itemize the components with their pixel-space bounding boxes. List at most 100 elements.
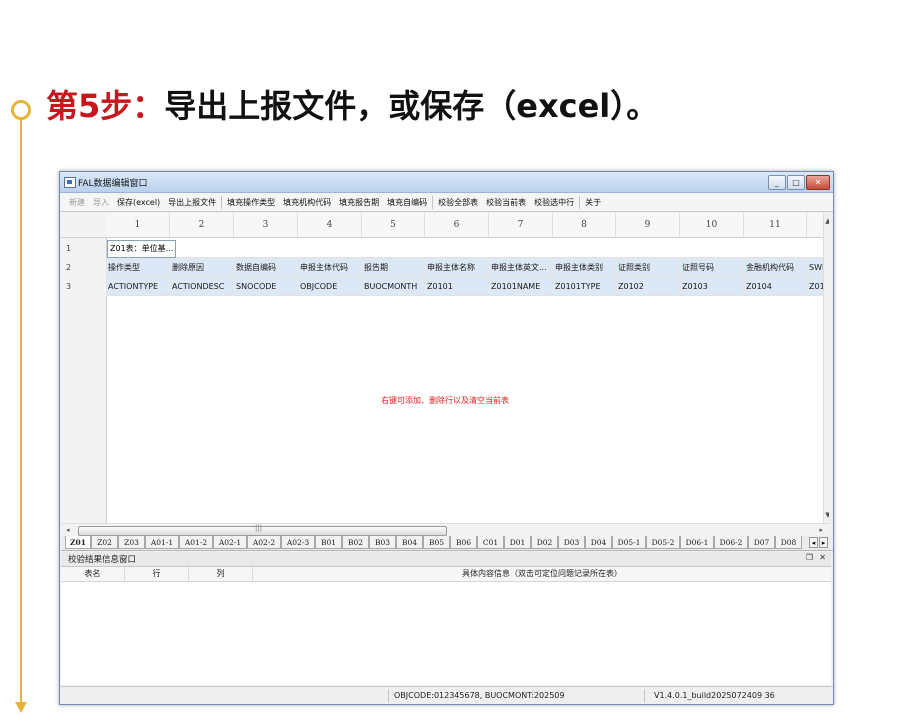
vertical-scrollbar[interactable]: ▲ ▼ [823, 213, 829, 523]
grid-cell[interactable]: BUOCMONTH [362, 277, 425, 296]
tab-d03[interactable]: D03 [558, 536, 585, 549]
column-header-10[interactable]: 10 [680, 213, 744, 237]
fill-org-code-button[interactable]: 填充机构代码 [279, 193, 335, 212]
close-panel-icon[interactable]: ✕ [819, 553, 826, 562]
validate-all-button[interactable]: 校验全部表 [434, 193, 482, 212]
tab-d08[interactable]: D08 [775, 536, 802, 549]
row-number[interactable]: 2 [61, 258, 106, 277]
export-report-button[interactable]: 导出上报文件 [164, 193, 220, 212]
grid-cell[interactable]: Z0104 [744, 277, 807, 296]
float-panel-icon[interactable]: ❐ [806, 553, 813, 562]
grid-cell[interactable]: Z0102 [616, 277, 680, 296]
column-header-5[interactable]: 5 [362, 213, 425, 237]
tab-b03[interactable]: B03 [369, 536, 396, 549]
column-header-9[interactable]: 9 [616, 213, 680, 237]
scrollbar-thumb[interactable]: ||| [78, 524, 447, 536]
scroll-up-icon[interactable]: ▲ [824, 217, 829, 225]
table-title-cell[interactable]: Z01表：单位基... [107, 240, 177, 258]
grid-cell[interactable]: Z0101 [425, 277, 489, 296]
grid-corner[interactable] [61, 213, 106, 238]
data-grid[interactable]: 1 2 3 4 5 6 7 8 9 10 11 1 2 3 Z01表：单位基..… [61, 213, 829, 523]
new-button[interactable]: 新建 [65, 193, 89, 212]
table-row[interactable]: Z01表：单位基... [106, 239, 829, 258]
tab-b04[interactable]: B04 [396, 536, 423, 549]
tab-d06-1[interactable]: D06-1 [680, 536, 714, 549]
tab-z02[interactable]: Z02 [91, 536, 118, 549]
grid-cell[interactable]: 证照类别 [616, 258, 680, 277]
row-number[interactable]: 1 [61, 239, 106, 258]
scroll-down-icon[interactable]: ▼ [824, 511, 829, 519]
grid-cell[interactable]: 申报主体名称 [425, 258, 489, 277]
save-excel-button[interactable]: 保存(excel) [113, 193, 164, 212]
grid-cell[interactable]: OBJCODE [298, 277, 362, 296]
column-header-4[interactable]: 4 [298, 213, 362, 237]
about-button[interactable]: 关于 [581, 193, 605, 212]
column-header-2[interactable]: 2 [170, 213, 234, 237]
tab-a02-1[interactable]: A02-1 [213, 536, 247, 549]
grid-cell[interactable]: 申报主体代码 [298, 258, 362, 277]
validate-current-button[interactable]: 校验当前表 [482, 193, 530, 212]
results-col-row[interactable]: 行 [125, 567, 189, 581]
grid-cell[interactable]: Z0103 [680, 277, 744, 296]
status-bar: OBJCODE:012345678, BUOCMONT:202509 V1.4.… [60, 686, 833, 704]
column-header-1[interactable]: 1 [106, 213, 170, 237]
grid-cell[interactable]: ACTIONTYPE [106, 277, 170, 296]
tab-b06[interactable]: B06 [450, 536, 477, 549]
grid-cell[interactable]: 申报主体类别 [553, 258, 616, 277]
tab-a01-1[interactable]: A01-1 [145, 536, 179, 549]
column-header-11[interactable]: 11 [744, 213, 807, 237]
grid-cell[interactable]: Z0101TYPE [553, 277, 616, 296]
column-header-7[interactable]: 7 [489, 213, 553, 237]
fill-period-button[interactable]: 填充报告期 [335, 193, 383, 212]
grid-cell[interactable]: Z0101NAME [489, 277, 553, 296]
import-button[interactable]: 导入 [89, 193, 113, 212]
tab-a01-2[interactable]: A01-2 [179, 536, 213, 549]
timeline-line [20, 112, 22, 704]
close-icon[interactable]: ✕ [806, 175, 830, 190]
tab-b05[interactable]: B05 [423, 536, 450, 549]
grid-cell[interactable]: 报告期 [362, 258, 425, 277]
maximize-icon[interactable]: □ [787, 175, 805, 190]
tab-a02-3[interactable]: A02-3 [281, 536, 315, 549]
tab-d04[interactable]: D04 [585, 536, 612, 549]
tab-a02-2[interactable]: A02-2 [247, 536, 281, 549]
row-number[interactable]: 3 [61, 277, 106, 296]
horizontal-scrollbar[interactable]: ◂ ||| ▸ [61, 523, 829, 537]
validation-results-table[interactable]: 表名 行 列 具体内容信息（双击可定位问题记录所在表） [61, 567, 831, 685]
grid-cell[interactable]: 金融机构代码 [744, 258, 807, 277]
tab-b02[interactable]: B02 [342, 536, 369, 549]
status-version: V1.4.0.1_build2025072409 36 [654, 691, 775, 700]
results-col-col[interactable]: 列 [189, 567, 253, 581]
tab-scroll-right-icon[interactable]: ▸ [819, 537, 828, 548]
grid-cell[interactable]: SNOCODE [234, 277, 298, 296]
minimize-icon[interactable]: _ [768, 175, 786, 190]
column-header-3[interactable]: 3 [234, 213, 298, 237]
tab-d07[interactable]: D07 [748, 536, 775, 549]
column-header-6[interactable]: 6 [425, 213, 489, 237]
tab-z03[interactable]: Z03 [118, 536, 145, 549]
column-header-8[interactable]: 8 [553, 213, 616, 237]
tab-d06-2[interactable]: D06-2 [714, 536, 748, 549]
window-titlebar[interactable]: FAL数据编辑窗口 _ □ ✕ [60, 172, 833, 193]
grid-cell[interactable]: 操作类型 [106, 258, 170, 277]
fill-action-type-button[interactable]: 填充操作类型 [223, 193, 279, 212]
tab-c01[interactable]: C01 [477, 536, 504, 549]
tab-scroll-left-icon[interactable]: ◂ [809, 537, 818, 548]
grid-cell[interactable]: ACTIONDESC [170, 277, 234, 296]
grid-cell[interactable]: 删除原因 [170, 258, 234, 277]
tab-d01[interactable]: D01 [504, 536, 531, 549]
validate-selected-button[interactable]: 校验选中行 [530, 193, 578, 212]
tab-d05-2[interactable]: D05-2 [646, 536, 680, 549]
grid-cell[interactable]: 证照号码 [680, 258, 744, 277]
tab-b01[interactable]: B01 [315, 536, 342, 549]
grid-cell[interactable]: 数据自编码 [234, 258, 298, 277]
fill-self-code-button[interactable]: 填充自编码 [383, 193, 431, 212]
results-col-detail[interactable]: 具体内容信息（双击可定位问题记录所在表） [253, 567, 831, 581]
tab-d02[interactable]: D02 [531, 536, 558, 549]
table-row[interactable]: ACTIONTYPE ACTIONDESC SNOCODE OBJCODE BU… [106, 277, 829, 296]
grid-cell[interactable]: 申报主体英文... [489, 258, 553, 277]
tab-d05-1[interactable]: D05-1 [612, 536, 646, 549]
tab-z01[interactable]: Z01 [65, 536, 91, 549]
table-row[interactable]: 操作类型 删除原因 数据自编码 申报主体代码 报告期 申报主体名称 申报主体英文… [106, 258, 829, 277]
results-col-table[interactable]: 表名 [61, 567, 125, 581]
